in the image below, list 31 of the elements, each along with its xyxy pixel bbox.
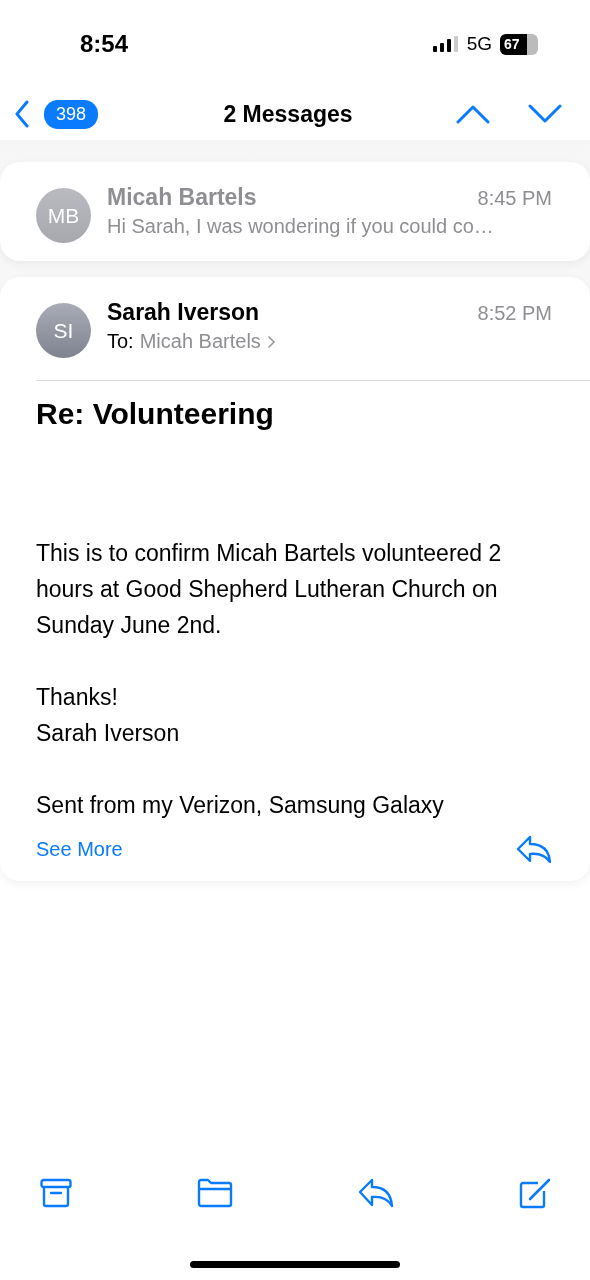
message-time: 8:52 PM	[477, 302, 552, 325]
nav-title: 2 Messages	[223, 100, 353, 128]
folder-icon[interactable]	[196, 1178, 234, 1208]
body-paragraph: This is to confirm Micah Bartels volunteered 2 hours at Good Shepherd Lutheran Church on Sunday June 2nd.	[36, 539, 503, 640]
compose-icon[interactable]	[518, 1177, 552, 1209]
message-subject: Re: Volunteering	[36, 397, 275, 431]
status-time: 8:54	[80, 30, 129, 58]
network-label: 5G	[466, 33, 492, 55]
chevron-right-icon	[266, 334, 276, 349]
battery-icon: 67	[500, 33, 538, 55]
message-card[interactable]: MB Micah Bartels 8:45 PM Hi Sarah, I was wondering if you could co…	[0, 162, 590, 261]
avatar: SI	[36, 303, 91, 358]
mailbox-count-badge[interactable]: 398	[44, 99, 99, 129]
to-label: To:	[107, 330, 134, 353]
archive-icon[interactable]	[40, 1178, 72, 1208]
chevron-down-icon[interactable]	[528, 104, 562, 124]
message-card[interactable]	[0, 277, 590, 881]
reply-icon[interactable]	[516, 835, 552, 863]
see-more-link[interactable]: See More	[36, 837, 123, 861]
sender-name: Micah Bartels	[107, 184, 257, 211]
recipient-link[interactable]: Micah Bartels	[139, 330, 261, 353]
signal-icon	[432, 36, 459, 52]
reply-icon[interactable]	[358, 1178, 394, 1208]
chevron-up-icon[interactable]	[456, 104, 490, 124]
body-paragraph: Sent from my Verizon, Samsung Galaxy	[36, 791, 445, 820]
back-icon[interactable]	[14, 100, 30, 128]
body-paragraph: Thanks! Sarah Iverson	[36, 683, 181, 748]
sender-name: Sarah Iverson	[107, 299, 260, 326]
message-preview: Hi Sarah, I was wondering if you could co…	[107, 215, 495, 238]
message-time: 8:45 PM	[477, 187, 552, 210]
avatar: MB	[36, 188, 91, 243]
